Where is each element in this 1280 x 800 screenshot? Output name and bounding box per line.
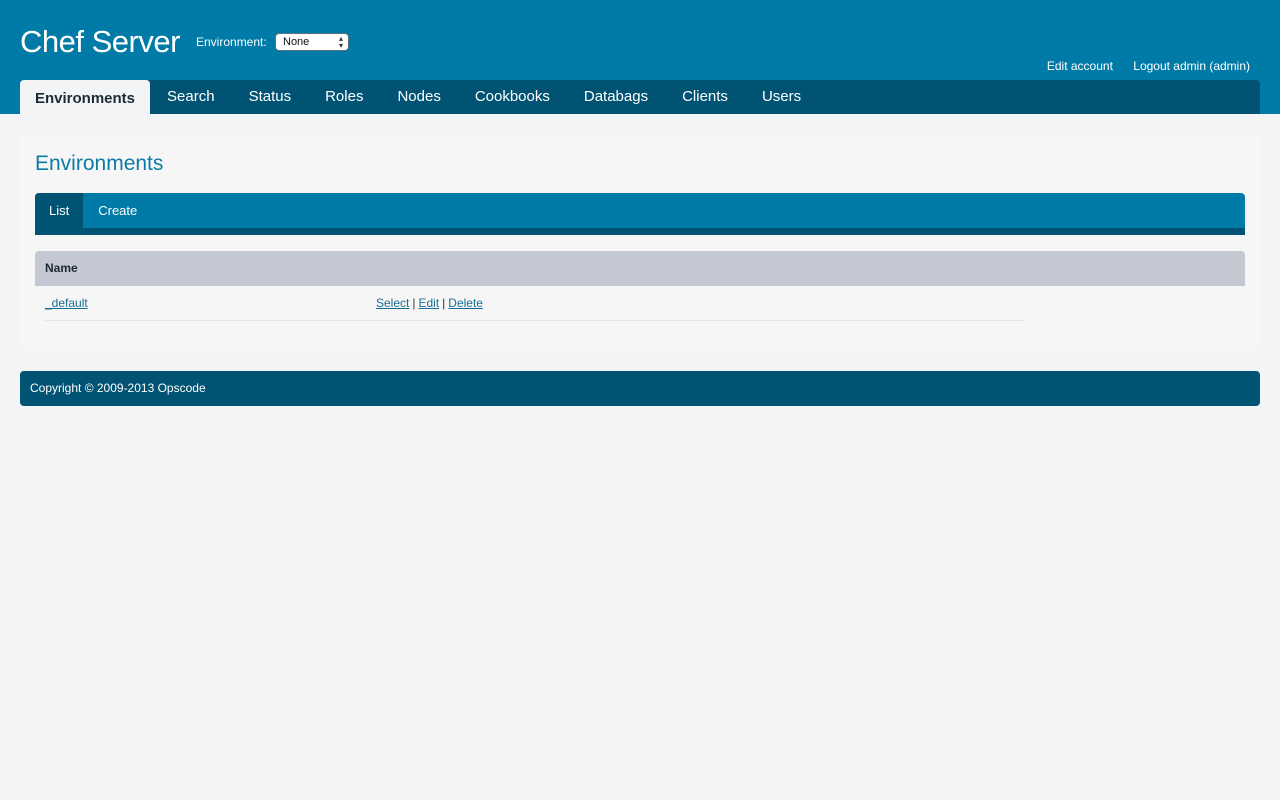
edit-account-link[interactable]: Edit account xyxy=(1047,59,1113,73)
environment-select[interactable]: None ▴ ▾ xyxy=(275,33,349,51)
tab-databags[interactable]: Databags xyxy=(567,80,665,114)
header: Chef Server Environment: None ▴ ▾ Edit ac… xyxy=(0,0,1280,114)
tab-users[interactable]: Users xyxy=(745,80,818,114)
select-arrows-icon: ▴ ▾ xyxy=(338,34,343,50)
site-title[interactable]: Chef Server xyxy=(20,24,180,60)
subtab-list[interactable]: List xyxy=(35,193,84,228)
tab-environments[interactable]: Environments xyxy=(20,80,151,114)
edit-link[interactable]: Edit xyxy=(418,296,439,310)
row-actions: Select | Edit | Delete xyxy=(376,296,483,310)
environment-select-value: None xyxy=(283,36,310,48)
table-row: _default Select | Edit | Delete xyxy=(45,286,1025,321)
subtab-create[interactable]: Create xyxy=(83,193,152,228)
separator: | xyxy=(412,296,416,310)
page-title: Environments xyxy=(35,152,164,175)
logout-link[interactable]: Logout admin (admin) xyxy=(1133,59,1250,73)
tab-clients[interactable]: Clients xyxy=(665,80,745,114)
select-link[interactable]: Select xyxy=(376,296,409,310)
sub-nav: List Create xyxy=(35,193,1245,235)
content-panel: Environments List Create Name _default S… xyxy=(20,134,1260,350)
main-nav: Environments Search Status Roles Nodes C… xyxy=(20,80,1260,114)
tab-nodes[interactable]: Nodes xyxy=(380,80,457,114)
table-header-name: Name xyxy=(35,251,1245,286)
separator: | xyxy=(442,296,446,310)
footer: Copyright © 2009-2013 Opscode xyxy=(20,371,1260,406)
tab-cookbooks[interactable]: Cookbooks xyxy=(458,80,567,114)
environment-label: Environment: xyxy=(196,35,267,49)
account-links: Edit account Logout admin (admin) xyxy=(1030,59,1250,73)
tab-status[interactable]: Status xyxy=(232,80,309,114)
tab-roles[interactable]: Roles xyxy=(308,80,380,114)
tab-search[interactable]: Search xyxy=(150,80,232,114)
delete-link[interactable]: Delete xyxy=(448,296,483,310)
environment-name-link[interactable]: _default xyxy=(45,296,88,310)
